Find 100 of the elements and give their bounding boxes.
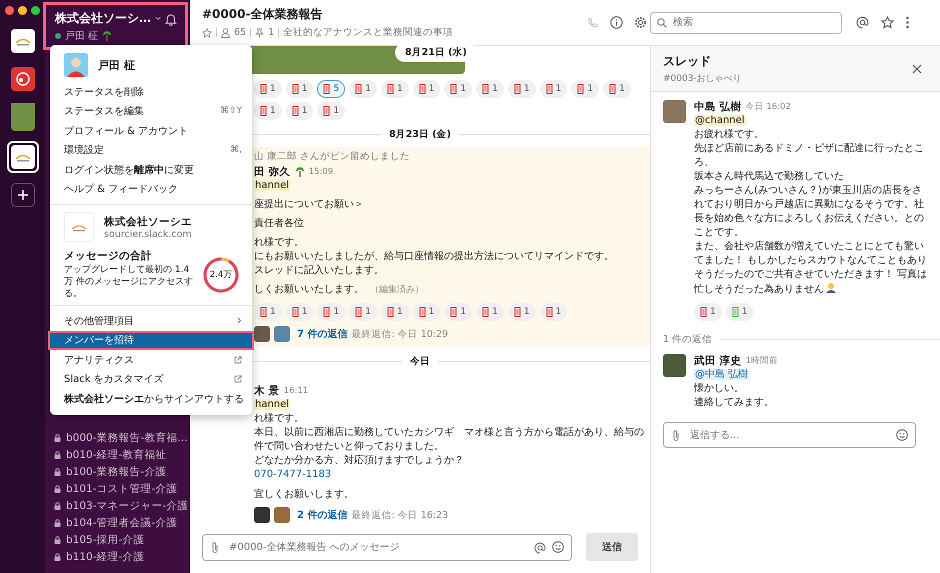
settings-icon[interactable] <box>634 16 647 29</box>
replies-link[interactable]: 7 件の返信 <box>297 327 348 341</box>
reaction-button[interactable]: 1 <box>254 102 282 120</box>
reaction-button[interactable]: 1 <box>286 80 314 98</box>
mention-tag[interactable]: hannel <box>254 180 290 191</box>
reaction-button[interactable]: 5 <box>317 80 346 98</box>
reaction-button[interactable]: 1 <box>694 303 722 321</box>
lock-icon <box>54 450 61 458</box>
channel-item[interactable]: b101-コスト管理-介護 <box>54 480 190 497</box>
star-icon[interactable] <box>881 16 894 29</box>
reaction-button[interactable]: 1 <box>571 80 600 98</box>
mention-icon[interactable] <box>534 542 546 554</box>
lock-icon <box>54 536 61 544</box>
reaction-button[interactable]: 1 <box>540 80 568 98</box>
thread-channel[interactable]: #0003-おしゃべり <box>663 72 742 84</box>
mention-tag[interactable]: @channel <box>694 115 746 126</box>
author-name[interactable]: 中島 弘樹 <box>694 100 742 114</box>
paperclip-icon[interactable] <box>672 429 680 442</box>
minimize-window-button[interactable] <box>18 6 27 15</box>
reaction-button[interactable]: 1 <box>349 303 377 321</box>
emoji-icon[interactable] <box>896 429 908 441</box>
author-name[interactable]: 木 景 <box>254 384 280 398</box>
reaction-button[interactable]: 1 <box>412 80 440 98</box>
close-window-button[interactable] <box>5 6 14 15</box>
emoji-icon[interactable] <box>552 540 564 552</box>
reaction-button[interactable]: 1 <box>540 303 568 321</box>
replies-link[interactable]: 2 件の返信 <box>297 508 348 522</box>
menu-item[interactable]: 株式会社ソーシエからサインアウトする <box>48 389 254 408</box>
usage-ring <box>202 256 240 294</box>
reaction-button[interactable]: 1 <box>726 303 754 321</box>
external-link-icon <box>234 375 242 384</box>
reaction-button[interactable]: 1 <box>508 80 536 98</box>
reaction-button[interactable]: 1 <box>317 102 346 120</box>
lock-icon <box>54 484 61 492</box>
more-icon[interactable] <box>906 16 909 29</box>
channel-item[interactable]: b103-マネージャー-介護 <box>54 497 190 514</box>
reaction-button[interactable]: 1 <box>444 80 472 98</box>
reaction-button[interactable]: 1 <box>286 102 314 120</box>
menu-item[interactable]: ステータスを編集 ⌘⇧Y <box>48 102 254 121</box>
menu-item[interactable]: その他管理項目 <box>48 311 254 330</box>
menu-item[interactable]: アナリティクス <box>48 350 254 370</box>
menu-item[interactable]: プロフィール & アカウント <box>48 121 254 140</box>
menu-item[interactable]: ログイン状態を離席中に変更 <box>48 160 254 180</box>
member-count[interactable]: 65 <box>234 27 246 38</box>
reaction-button[interactable]: 1 <box>444 303 472 321</box>
author-name[interactable]: 武田 淳史 <box>694 354 742 368</box>
workspace-button[interactable] <box>8 65 36 93</box>
reaction-button[interactable]: 1 <box>254 303 282 321</box>
channel-item[interactable]: b100-業務報告-介護 <box>54 463 190 480</box>
stamp-icon <box>609 84 616 94</box>
avatar <box>254 326 270 342</box>
reaction-button[interactable]: 1 <box>286 303 314 321</box>
workspace-button[interactable] <box>8 27 36 55</box>
channel-title: #0000-全体業務報告 <box>202 6 324 23</box>
workspace-button[interactable] <box>6 141 38 173</box>
channel-item[interactable]: b104-管理者会議-介護 <box>54 514 190 531</box>
author-name[interactable]: 田 弥久 <box>254 165 291 179</box>
reaction-button[interactable]: 1 <box>476 303 504 321</box>
mention-icon[interactable] <box>856 16 869 29</box>
send-button[interactable]: 送信 <box>586 533 638 561</box>
message-input[interactable]: #0000-全体業務報告 へのメッセージ <box>202 534 572 560</box>
menu-item[interactable]: Slack をカスタマイズ <box>48 370 254 389</box>
bell-icon[interactable] <box>165 12 177 26</box>
zoom-window-button[interactable] <box>31 6 40 15</box>
menu-item[interactable]: ヘルプ & フィードバック <box>48 180 254 199</box>
reaction-button[interactable]: 1 <box>254 80 282 98</box>
paperclip-icon[interactable] <box>211 540 219 554</box>
reaction-button[interactable]: 1 <box>603 80 631 98</box>
star-icon[interactable] <box>202 28 212 38</box>
menu-item[interactable]: メンバーを招待 <box>48 330 254 350</box>
reaction-button[interactable]: 1 <box>476 80 504 98</box>
reply-input[interactable]: 返信する... <box>663 422 916 448</box>
channel-item[interactable]: b000-業務報告-教育福… <box>54 429 190 446</box>
channel-item[interactable]: b110-経理-介護 <box>54 548 190 565</box>
timestamp: 15:09 <box>308 167 334 177</box>
reaction-button[interactable]: 1 <box>380 80 409 98</box>
message-text: また、会社や店舗数が増えていたことにとても驚いてました！ もしかしたらスカウトなんてこともありそうだったのでご共有させていただきます！ 写真は忙しそうだった為ありません <box>694 240 928 297</box>
reaction-button[interactable]: 1 <box>380 303 409 321</box>
search-field[interactable]: 検索 <box>650 12 842 34</box>
phone-link[interactable]: 070-7477-1183 <box>254 469 332 480</box>
channel-item[interactable]: b105-採用-介護 <box>54 531 190 548</box>
mention-tag[interactable]: hannel <box>254 399 290 410</box>
info-icon[interactable] <box>610 16 623 29</box>
menu-item[interactable]: 環境設定 ⌘, <box>48 140 254 160</box>
stamp-icon <box>418 307 426 317</box>
mention-tag[interactable]: @中島 弘樹 <box>694 369 750 380</box>
reaction-button[interactable]: 1 <box>508 303 536 321</box>
add-workspace-button[interactable] <box>10 183 34 207</box>
reaction-button[interactable]: 1 <box>317 303 346 321</box>
workspace-menu-button[interactable]: 株式会社ソーシ… 戸田 柾 <box>43 2 188 50</box>
message-text: れ様です。 にもお願いいたしましたが、給与口座情報の提出方法についてリマインドです。 スレッドに記入いたします。 <box>254 236 614 278</box>
workspace-name: 株式会社ソーシ… <box>55 10 151 27</box>
close-icon[interactable] <box>912 64 922 74</box>
member-icon <box>221 28 230 38</box>
channel-item[interactable]: b010-経理-教育福祉 <box>54 446 190 463</box>
stamp-icon <box>482 84 490 94</box>
menu-item[interactable]: ステータスを削除 <box>48 82 254 102</box>
reaction-button[interactable]: 1 <box>412 303 440 321</box>
reaction-button[interactable]: 1 <box>349 80 377 98</box>
pin-count[interactable]: 1 <box>268 27 274 38</box>
